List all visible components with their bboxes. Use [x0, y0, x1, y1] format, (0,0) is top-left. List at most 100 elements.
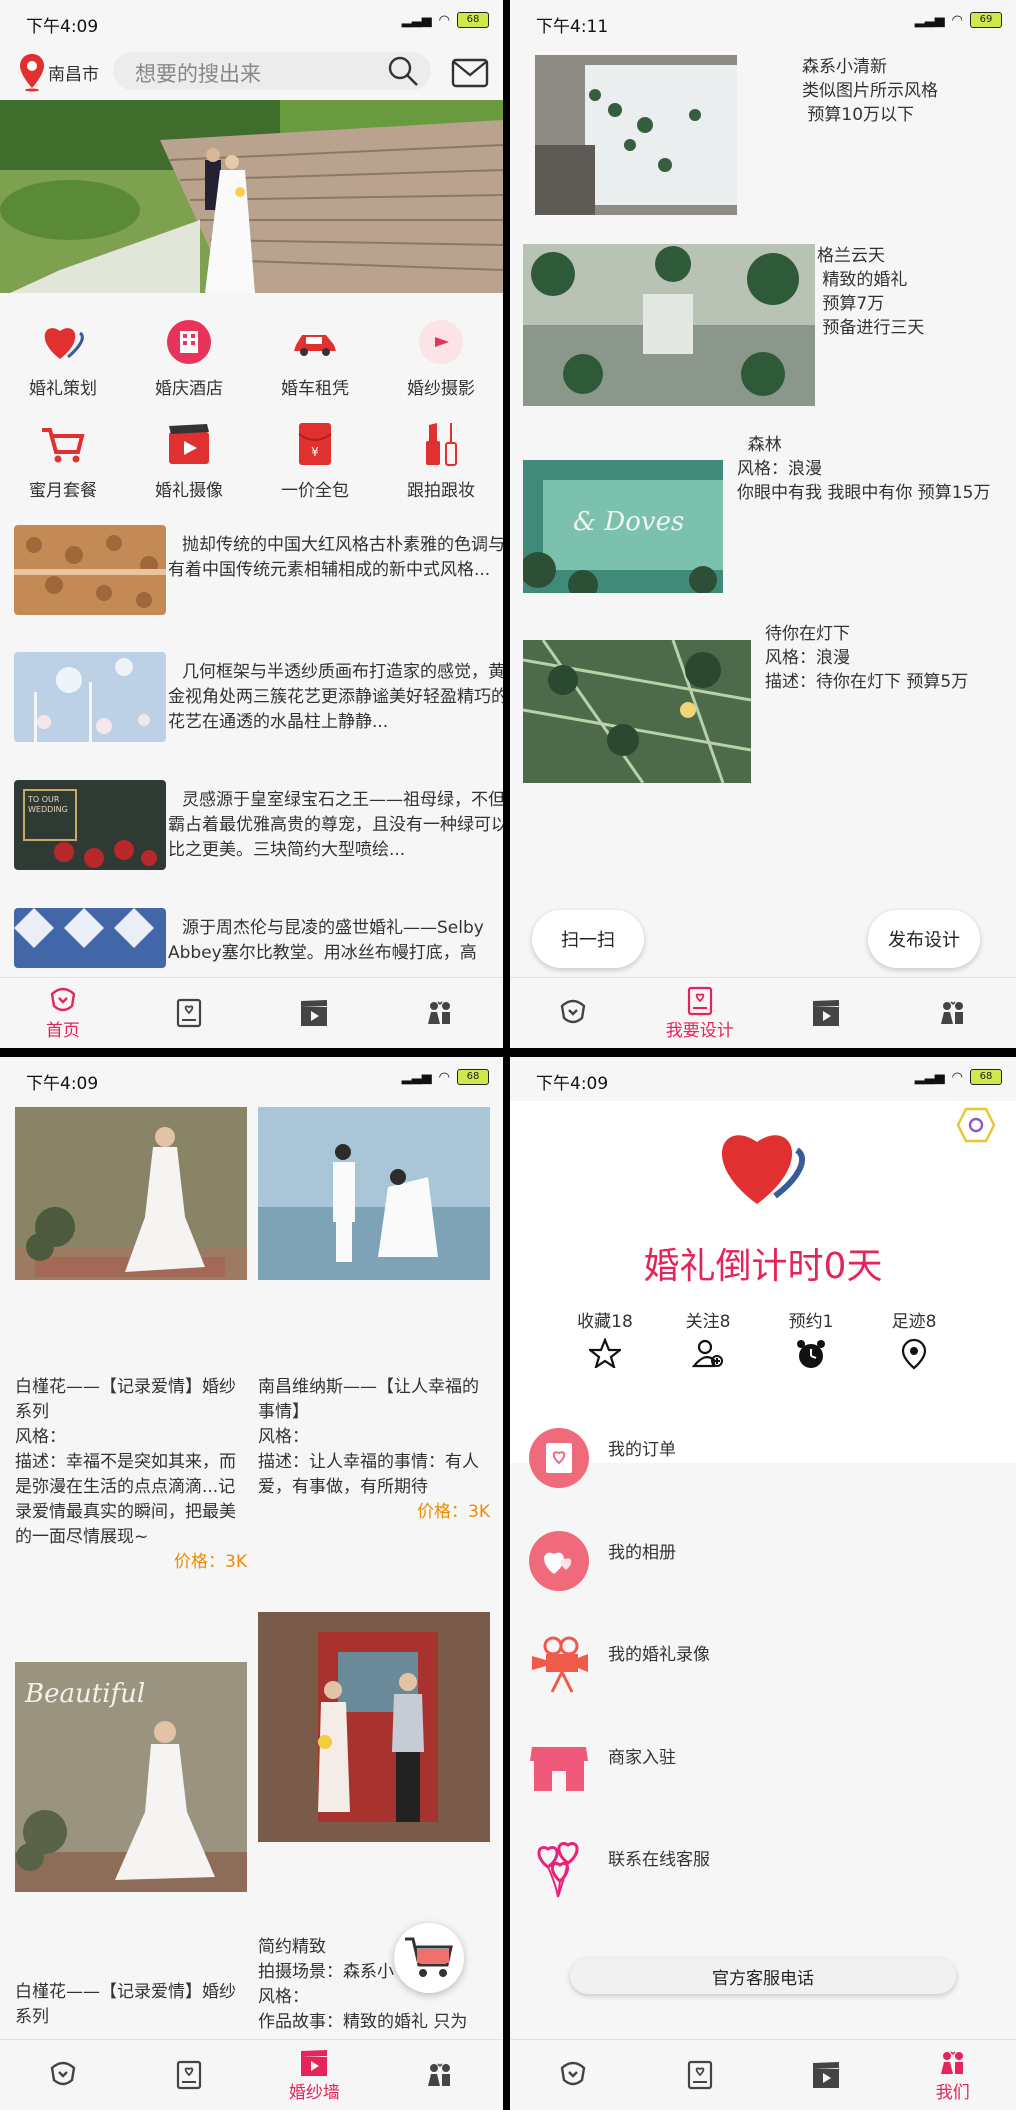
service-wedding-hotel[interactable]: 婚庆酒店: [126, 318, 252, 399]
stat-label: 收藏18: [577, 1312, 633, 1332]
balloons-icon: [537, 1842, 579, 1898]
search-input[interactable]: 想要的搜出来: [113, 52, 431, 90]
tab-home[interactable]: [510, 978, 637, 1048]
clapperboard-icon: [813, 2062, 840, 2088]
publish-design-button[interactable]: 发布设计: [868, 910, 980, 968]
location-selector[interactable]: 南昌市: [18, 52, 99, 92]
tab-home[interactable]: [0, 2040, 126, 2110]
clapperboard-icon: [813, 1000, 840, 1026]
design-item-image[interactable]: [523, 640, 751, 783]
design-item-text: 森系小清新 类似图片所示风格 预算10万以下: [802, 55, 938, 127]
tab-mine[interactable]: [377, 2040, 503, 2110]
home-tab-icon: [560, 999, 586, 1024]
home-tab-icon: [50, 987, 76, 1011]
service-label: 婚礼摄像: [155, 481, 223, 501]
menu-merchant-join[interactable]: 商家入驻: [528, 1735, 1008, 1815]
status-time: 下午4:11: [536, 17, 609, 37]
service-wedding-car[interactable]: 婚车租凭: [252, 318, 378, 399]
gallery-card-desc: 描述：幸福不是突如其来，而是弥漫在生活的点点滴滴...记录爱情最真实的瞬间，把最…: [15, 1452, 236, 1547]
design-item-text: 森林 风格：浪漫 你眼中有我 我眼中有你 预算15万: [737, 433, 1007, 505]
tab-design[interactable]: 我要设计: [637, 978, 764, 1048]
wedding-countdown: 婚礼倒计时0天: [643, 1246, 883, 1287]
article-item[interactable]: 源于周杰伦与昆凌的盛世婚礼——Selby Abbey塞尔比教堂。用冰丝布幔打底，…: [14, 908, 494, 968]
photo-overlay-text: Beautiful: [24, 1679, 145, 1709]
camera-icon: [419, 320, 463, 364]
tab-home[interactable]: 首页: [0, 978, 126, 1048]
order-icon: [529, 1428, 589, 1488]
design-line: 格兰云天: [817, 246, 885, 266]
tab-design[interactable]: [126, 978, 252, 1048]
service-wedding-video[interactable]: 婚礼摄像: [126, 420, 252, 501]
settings-hexagon-icon[interactable]: [956, 1107, 996, 1143]
stat-following[interactable]: 关注8: [653, 1307, 763, 1372]
svg-text:& Doves: & Doves: [573, 507, 684, 537]
design-line: 预算7万: [817, 294, 885, 314]
profile-screen: 下午4:09 ▂▃▅ ◠ 68 婚礼倒计时0天 收藏18 关注8 预约1 足迹8 我…: [510, 1057, 1016, 2110]
menu-online-service[interactable]: 联系在线客服: [528, 1837, 1008, 1917]
tab-design[interactable]: [637, 2040, 764, 2110]
gallery-card-style: 风格：: [258, 1427, 309, 1447]
wifi-icon: ◠: [438, 1069, 450, 1085]
service-label: 婚庆酒店: [155, 379, 223, 399]
design-line: 森林: [737, 435, 782, 455]
floating-cart-button[interactable]: [394, 1923, 464, 1993]
service-wedding-planning[interactable]: 婚礼策划: [0, 318, 126, 399]
article-item[interactable]: 抛却传统的中国大红风格古朴素雅的色调与有着中国传统元素相辅相成的新中式风格...: [14, 525, 503, 625]
design-item-image[interactable]: & Doves: [523, 460, 723, 593]
design-item-image[interactable]: [535, 55, 737, 215]
service-honeymoon[interactable]: 蜜月套餐: [0, 420, 126, 501]
stat-label: 关注8: [685, 1312, 731, 1332]
tab-bar: 首页: [0, 977, 503, 1048]
tab-mine[interactable]: [377, 978, 503, 1048]
tab-mine[interactable]: 我们: [890, 2040, 1016, 2110]
design-item-text: 待你在灯下 风格：浪漫 描述：待你在灯下 预算5万: [765, 622, 968, 694]
gallery-photo[interactable]: [258, 1612, 490, 1842]
stat-favorites[interactable]: 收藏18: [550, 1307, 660, 1372]
gallery-card-title: 白槿花——【记录爱情】婚纱系列: [15, 1377, 236, 1422]
gallery-photo[interactable]: [258, 1107, 490, 1280]
gallery-card-text: 南昌维纳斯——【让人幸福的事情】 风格： 描述：让人幸福的事情：有人爱，有事做，…: [258, 1375, 490, 1525]
tab-home[interactable]: [510, 2040, 637, 2110]
message-icon[interactable]: [451, 58, 489, 88]
stat-footprints[interactable]: 足迹8: [859, 1307, 969, 1374]
menu-my-orders[interactable]: 我的订单: [528, 1427, 1008, 1507]
battery-icon: 69: [970, 12, 1002, 28]
tab-gallery[interactable]: [763, 978, 890, 1048]
article-item[interactable]: 几何框架与半透纱质画布打造家的感觉，黄金视角处两三簇花艺更添静谧美好轻盈精巧的花…: [14, 652, 503, 752]
home-tab-icon: [50, 2061, 76, 2086]
star-icon: [586, 1337, 624, 1370]
tab-bar: 我要设计: [510, 977, 1016, 1048]
tab-mine[interactable]: [890, 978, 1016, 1048]
gallery-photo[interactable]: Beautiful: [15, 1662, 247, 1892]
design-line: 待你在灯下: [765, 624, 850, 644]
gallery-card-meta: 作品故事：精致的婚礼 只为: [258, 2012, 468, 2032]
tab-label: 首页: [45, 1020, 80, 1041]
scan-button[interactable]: 扫一扫: [532, 910, 644, 968]
service-label: 婚车租凭: [281, 379, 349, 399]
design-item-image[interactable]: [523, 244, 815, 406]
article-thumbnail: [14, 525, 166, 615]
tab-gallery[interactable]: 婚纱墙: [252, 2040, 378, 2110]
design-tab-icon: [176, 998, 201, 1028]
status-bar: 下午4:11 ▂▃▅ ◠ 69: [510, 0, 1016, 44]
stat-appointments[interactable]: 预约1: [756, 1307, 866, 1374]
search-placeholder: 想要的搜出来: [135, 62, 261, 86]
home-tab-icon: [560, 2061, 586, 2086]
article-thumbnail: [14, 652, 166, 742]
gallery-photo[interactable]: [15, 1107, 247, 1280]
menu-wedding-video[interactable]: 我的婚礼录像: [528, 1632, 1008, 1712]
service-makeup-follow[interactable]: 跟拍跟妆: [378, 420, 503, 501]
design-line: 森系小清新: [802, 57, 887, 77]
search-icon[interactable]: [387, 55, 419, 87]
service-all-inclusive[interactable]: ¥ 一价全包: [252, 420, 378, 501]
tab-design[interactable]: [126, 2040, 252, 2110]
tab-gallery[interactable]: [763, 2040, 890, 2110]
banner-image[interactable]: [0, 100, 503, 293]
tab-label: 我们: [935, 2082, 970, 2103]
official-hotline-button[interactable]: 官方客服电话: [570, 1958, 956, 1994]
service-wedding-photography[interactable]: 婚纱摄影: [378, 318, 503, 399]
tab-gallery[interactable]: [252, 978, 378, 1048]
battery-icon: 68: [457, 1069, 489, 1085]
menu-my-album[interactable]: 我的相册: [528, 1530, 1008, 1610]
article-item[interactable]: TO OUR WEDDING 灵感源于皇室绿宝石之王——祖母绿，不但霸占着最优雅高…: [14, 780, 503, 880]
